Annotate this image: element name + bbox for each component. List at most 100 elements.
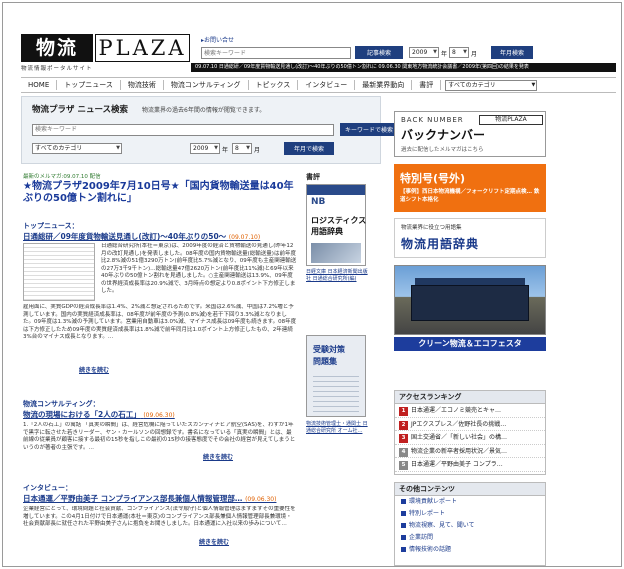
logo-kanji[interactable]: 物流 (21, 34, 93, 62)
other-contents-label: 物流視察、見て、聞いて (409, 522, 475, 529)
consulting-title[interactable]: 物流の現場における「2人の石工」 (09.06.30) (23, 409, 175, 420)
nav-consulting[interactable]: 物流コンサルティング (164, 80, 249, 90)
bullet-square-icon (401, 535, 406, 540)
other-contents-item[interactable]: 情報技術の話題 (395, 544, 545, 556)
interview-title[interactable]: 日本通運／平野由美子 コンプライアンス部長兼個人情報管理部… (09.06.30… (23, 493, 276, 504)
book1-title-line1: ロジスティクス (311, 216, 367, 225)
header-month-search-button[interactable]: 年月検索 (491, 46, 533, 59)
bullet-square-icon (401, 547, 406, 552)
search-panel-month-unit: 月 (254, 147, 261, 154)
ranking-heading: アクセスランキング (395, 391, 545, 404)
access-ranking: アクセスランキング 1 日本通運／エコノミ競売とキャ… 2 JPエクスプレス／佐野社… (394, 390, 546, 475)
book-cover-logistics-dictionary[interactable]: NB ロジスティクス 用語辞典 (306, 184, 366, 266)
rank-number: 2 (399, 420, 408, 430)
search-panel-year-select[interactable]: 2009 (190, 143, 220, 154)
rank-number: 3 (399, 434, 408, 443)
bullet-square-icon (401, 523, 406, 528)
nav-interview[interactable]: インタビュー (298, 80, 356, 90)
other-contents-heading: その他コンテンツ (395, 483, 545, 496)
book1-caption[interactable]: 日経文庫 日本経済新聞出版社 日通総合研究所(編) (306, 269, 370, 282)
top-news-read-more[interactable]: 続きを読む (79, 365, 109, 374)
other-contents-label: 環境貢献レポート (409, 498, 458, 505)
bullet-square-icon (401, 499, 406, 504)
logo-plaza[interactable]: PLAZA (95, 34, 190, 62)
other-contents-label: 特別レポート (409, 510, 446, 517)
back-number-en: BACK NUMBER (401, 116, 464, 124)
interview-body: 企業経営にとって、環境問題と社会貢献、コンプライアンス(法令順守)と個人情報管理… (23, 506, 296, 527)
back-number-subtitle: 過去に配信したメルマガはこちら (401, 147, 484, 153)
rank-number: 1 (399, 407, 408, 416)
nav-book-review[interactable]: 書評 (412, 80, 442, 90)
nav-industry-trends[interactable]: 最新業界動向 (355, 80, 413, 90)
ranking-item-text: 物流企業の新卒者採用状況／景気… (411, 447, 508, 455)
page-frame: 物流 PLAZA 物流情報ポータルサイト ▸お問い合せ 記事検索 2009 年 … (2, 2, 622, 567)
ranking-item-text: 日本通運／平野由美子 コンプラ… (411, 461, 503, 468)
keyword-search-button[interactable]: キーワードで検索 (340, 123, 398, 136)
header-month-select[interactable]: 8 (449, 47, 469, 58)
ranking-item-text: 国土交通省／「新しい社会」の構… (411, 434, 508, 441)
ranking-item[interactable]: 2 JPエクスプレス／佐野社長の挑戦… (395, 418, 545, 431)
book1-series-mark: NB (311, 197, 326, 207)
rank-number: 4 (399, 447, 408, 457)
book-review-label: 書評 (306, 173, 320, 181)
news-search-panel: 物流プラザ ニュース検索 物流業界の過去6年間の情報が閲覧できます。 キーワード… (21, 96, 398, 164)
book2-caption[interactable]: 物流技術管理士・通関士 日通総合研究所 オーム社… (306, 421, 370, 434)
special-issue-body: 【事例】西日本物流機構／フォークリフト定期点検… 鉄道シフト本格化 (400, 189, 540, 203)
nav-logistics-tech[interactable]: 物流技術 (121, 80, 164, 90)
special-issue-banner[interactable]: 特別号(号外) 【事例】西日本物流機構／フォークリフト定期点検… 鉄道シフト本格… (394, 164, 546, 212)
eco-festa-button[interactable]: クリーン物流＆エコフェスタ (394, 337, 546, 351)
glossary-title: 物流用語辞典 (401, 237, 480, 251)
consulting-read-more[interactable]: 続きを読む (203, 452, 233, 461)
interview-read-more[interactable]: 続きを読む (199, 537, 229, 546)
other-contents-item[interactable]: 特別レポート (395, 508, 545, 520)
eco-truck (411, 285, 529, 321)
back-number-tag: 物流PLAZA (479, 115, 543, 125)
other-contents-label: 情報技術の話題 (409, 546, 452, 553)
search-panel-input[interactable] (32, 124, 334, 136)
book-cover-exam-workbook[interactable]: 受験対策 問題集 (306, 335, 366, 417)
book2-cover-pattern (313, 372, 359, 412)
ranking-item[interactable]: 4 物流企業の新卒者採用状況／景気… (395, 445, 545, 458)
search-panel-description: 物流業界の過去6年間の情報が閲覧できます。 (142, 107, 266, 114)
consulting-date: (09.06.30) (143, 412, 175, 419)
book2-title-line1: 受験対策 (313, 345, 345, 354)
other-contents-item[interactable]: 環境貢献レポート (395, 496, 545, 508)
ranking-item[interactable]: 5 日本通運／平野由美子 コンプラ… (395, 458, 545, 472)
header-search-input[interactable] (201, 47, 351, 59)
ranking-item-text: 日本通運／エコノミ競売とキャ… (411, 407, 502, 414)
header-month-unit: 月 (471, 51, 478, 58)
ranking-item[interactable]: 3 国土交通省／「新しい社会」の構… (395, 431, 545, 445)
search-panel-month-select[interactable]: 8 (232, 143, 252, 154)
other-contents-item[interactable]: 企業訪問 (395, 532, 545, 544)
top-news-body-wrap: 日通総合研究所(本社＝東京)は、2009年度の経済と貨物輸送の見通し(昨年12月… (101, 243, 297, 294)
search-panel-category-select[interactable]: すべてのカテゴリ (32, 143, 122, 154)
other-contents: その他コンテンツ 環境貢献レポート 特別レポート 物流視察、見て、聞いて 企業訪… (394, 482, 546, 566)
header-year-select[interactable]: 2009 (409, 47, 439, 58)
nav-category-select[interactable]: すべてのカテゴリ (445, 79, 538, 91)
search-panel-month-button[interactable]: 年月で検索 (284, 142, 334, 155)
consulting-label: 物流コンサルティング： (23, 400, 100, 408)
consulting-title-text: 物流の現場における「2人の石工」 (23, 410, 141, 419)
top-news-title[interactable]: 日通総研／09年度貨物輸送見通し(改訂)～40年ぶりの50～ (09.07.10… (23, 231, 260, 242)
interview-date: (09.06.30) (245, 496, 277, 503)
help-link-label: お問い合せ (204, 37, 235, 44)
header-search-button[interactable]: 記事検索 (355, 46, 403, 59)
nav-home[interactable]: HOME (21, 80, 58, 90)
newsletter-headline[interactable]: ★物流プラザ2009年7月10日号★「国内貨物輸送量は40年ぶりの50億トン割れ… (23, 181, 298, 205)
help-link[interactable]: ▸お問い合せ (201, 35, 234, 44)
special-issue-title: 特別号(号外) (400, 172, 466, 185)
nav-top-news[interactable]: トップニュース (57, 80, 121, 90)
news-ticker[interactable]: 09.07.10 日通総研／09年度貨物輸送見通し(改訂)～40年ぶりの50億ト… (191, 63, 616, 72)
back-number-banner[interactable]: BACK NUMBER 物流PLAZA バックナンバー 過去に配信したメルマガは… (394, 111, 546, 157)
logo-subtitle: 物流情報ポータルサイト (21, 66, 93, 72)
book1-cover-photo (311, 243, 361, 263)
book1-title-line2: 用語辞典 (311, 227, 343, 236)
other-contents-item[interactable]: 物流視察、見て、聞いて (395, 520, 545, 532)
top-news-body-full: 雇用面に、実質GDPの経済成長率は1.4%、2%減と想定されるためです。米国は2… (23, 304, 297, 340)
nav-topics[interactable]: トピックス (249, 80, 299, 90)
glossary-banner[interactable]: 物流業界に役立つ用語集 物流用語辞典 (394, 218, 546, 258)
bullet-square-icon (401, 511, 406, 516)
top-news-label: トップニュース： (23, 222, 79, 230)
top-news-thumbnail[interactable] (23, 243, 95, 301)
ranking-item[interactable]: 1 日本通運／エコノミ競売とキャ… (395, 404, 545, 418)
